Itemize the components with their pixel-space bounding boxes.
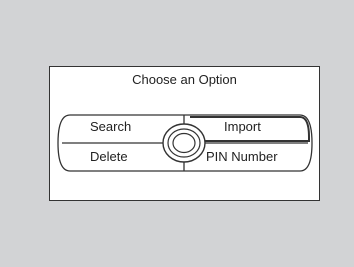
pin-number-option-label: PIN Number [206,149,278,164]
search-option-label: Search [90,119,132,134]
delete-option-label: Delete [90,149,128,164]
option-dialog: Choose an Option Search Import Delete PI… [49,66,320,201]
rotary-dial-icon[interactable] [163,124,205,162]
import-option-label: Import [224,119,261,134]
